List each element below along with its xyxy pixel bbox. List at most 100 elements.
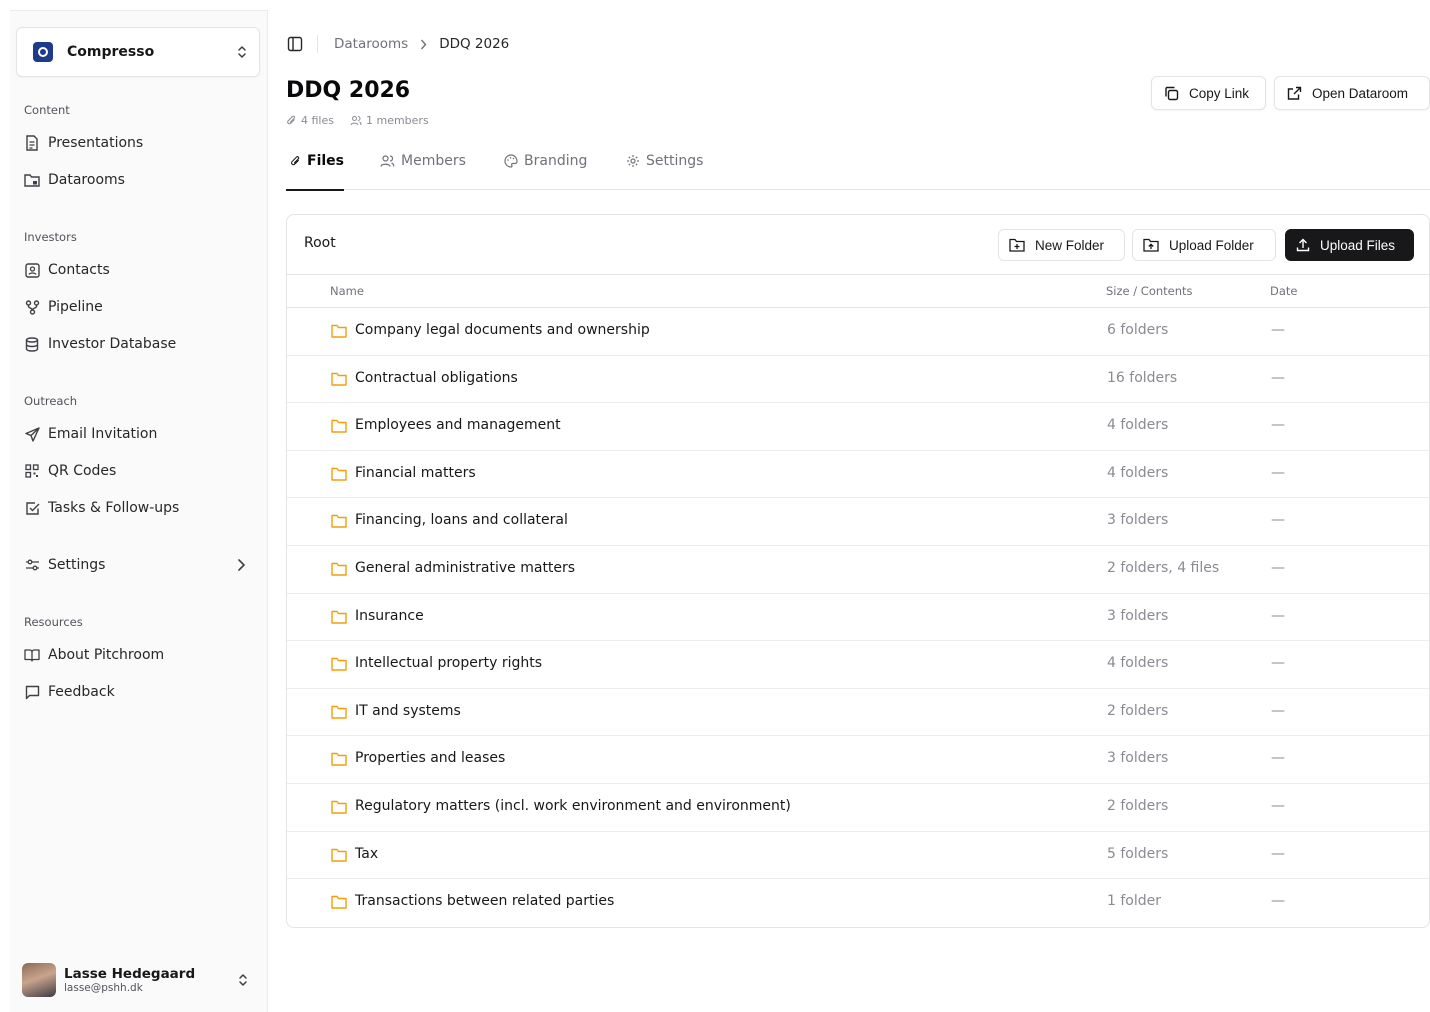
new-folder-label: New Folder <box>1035 237 1105 253</box>
chevron-up-down-icon <box>237 45 247 59</box>
avatar <box>22 963 56 997</box>
sidebar-item-datarooms[interactable]: Datarooms <box>16 164 260 196</box>
user-email: lasse@pshh.dk <box>64 982 143 994</box>
workspace-name: Compresso <box>67 44 155 60</box>
files-count: 4 files <box>301 114 334 127</box>
table-row[interactable]: Tax 5 folders — <box>287 832 1429 880</box>
paperclip-icon <box>287 115 296 125</box>
tab-label: Settings <box>646 153 704 169</box>
copy-link-button[interactable]: Copy Link <box>1151 76 1266 110</box>
sidebar-item-settings[interactable]: Settings <box>16 549 260 581</box>
table-row[interactable]: Financial matters 4 folders — <box>287 451 1429 499</box>
folder-name: Tax <box>355 845 379 862</box>
folder-contents: 2 folders <box>1107 797 1169 814</box>
folder-contents: 2 folders, 4 files <box>1107 559 1220 576</box>
folder-icon <box>331 848 347 864</box>
upload-files-button[interactable]: Upload Files <box>1285 229 1414 261</box>
folder-contents: 6 folders <box>1107 322 1169 338</box>
dataroom-meta: 4 files 1 members <box>286 114 445 127</box>
folder-date: — <box>1271 607 1285 624</box>
upload-files-label: Upload Files <box>1320 237 1396 253</box>
column-header-name[interactable]: Name <box>330 284 364 298</box>
upload-folder-button[interactable]: Upload Folder <box>1132 229 1276 261</box>
table-row[interactable]: General administrative matters 2 folders,… <box>287 546 1429 594</box>
table-row[interactable]: Properties and leases 3 folders — <box>287 736 1429 784</box>
table-row[interactable]: Employees and management 4 folders — <box>287 403 1429 451</box>
sidebar: Compresso Content Presentations Dataroom… <box>10 10 268 1012</box>
table-row[interactable]: Company legal documents and ownership 6 f… <box>287 308 1429 356</box>
table-row[interactable]: Transactions between related parties 1 fo… <box>287 879 1429 927</box>
open-dataroom-button[interactable]: Open Dataroom <box>1274 76 1430 110</box>
tab-settings[interactable]: Settings <box>626 144 703 190</box>
folder-icon <box>331 372 347 388</box>
git-fork-icon <box>24 299 40 315</box>
sidebar-item-label: Feedback <box>48 684 115 700</box>
gear-icon <box>627 155 639 167</box>
sliders-icon <box>24 557 40 573</box>
folder-name: Intellectual property rights <box>355 655 543 672</box>
qr-code-icon <box>24 463 40 479</box>
chevron-right-icon <box>420 39 427 50</box>
tab-members[interactable]: Members <box>380 144 466 190</box>
folder-contents: 2 folders <box>1107 702 1169 719</box>
user-name: Lasse Hedegaard <box>64 966 196 982</box>
folder-contents: 1 folder <box>1107 893 1161 910</box>
folder-name: Transactions between related parties <box>355 893 615 910</box>
sidebar-item-label: Datarooms <box>48 172 125 188</box>
folder-contents: 4 folders <box>1107 655 1169 672</box>
table-row[interactable]: IT and systems 2 folders — <box>287 689 1429 737</box>
table-row[interactable]: Insurance 3 folders — <box>287 594 1429 642</box>
tab-branding[interactable]: Branding <box>504 144 587 190</box>
sidebar-item-email-invitation[interactable]: Email Invitation <box>16 418 260 450</box>
table-body: Company legal documents and ownership 6 f… <box>287 308 1429 927</box>
folder-date: — <box>1271 464 1285 481</box>
new-folder-button[interactable]: New Folder <box>998 229 1125 261</box>
table-row[interactable]: Financing, loans and collateral 3 folders… <box>287 498 1429 546</box>
folder-name: Company legal documents and ownership <box>355 322 650 338</box>
upload-folder-label: Upload Folder <box>1169 237 1254 253</box>
folder-date: — <box>1271 845 1285 862</box>
section-label-outreach: Outreach <box>24 394 78 408</box>
divider <box>317 35 318 53</box>
folder-icon <box>331 324 347 340</box>
breadcrumb-datarooms-link[interactable]: Datarooms <box>334 36 408 52</box>
page-title: DDQ 2026 <box>286 78 411 103</box>
sidebar-item-label: Presentations <box>48 135 144 151</box>
sidebar-item-presentations[interactable]: Presentations <box>16 127 260 159</box>
sidebar-item-about[interactable]: About Pitchroom <box>16 639 260 671</box>
table-row[interactable]: Contractual obligations 16 folders — <box>287 356 1429 404</box>
sidebar-item-investor-database[interactable]: Investor Database <box>16 328 260 360</box>
sidebar-item-pipeline[interactable]: Pipeline <box>16 291 260 323</box>
folder-icon <box>331 467 347 483</box>
folder-date: — <box>1271 512 1285 529</box>
sidebar-item-feedback[interactable]: Feedback <box>16 676 260 708</box>
user-menu[interactable]: Lasse Hedegaard lasse@pshh.dk <box>16 954 260 1006</box>
folder-name: Employees and management <box>355 417 561 434</box>
table-row[interactable]: Regulatory matters (incl. work environme… <box>287 784 1429 832</box>
workspace-switcher[interactable]: Compresso <box>16 27 260 77</box>
folder-date: — <box>1271 417 1285 434</box>
sidebar-item-label: Settings <box>48 557 106 573</box>
column-header-size[interactable]: Size / Contents <box>1106 284 1193 298</box>
open-dataroom-label: Open Dataroom <box>1312 85 1409 101</box>
tab-label: Branding <box>524 153 588 169</box>
folder-name: General administrative matters <box>355 559 576 576</box>
sidebar-item-tasks[interactable]: Tasks & Follow-ups <box>16 492 260 524</box>
users-icon <box>350 116 362 126</box>
sidebar-item-qr-codes[interactable]: QR Codes <box>16 455 260 487</box>
tab-files[interactable]: Files <box>286 144 344 191</box>
breadcrumb-current: DDQ 2026 <box>439 36 510 52</box>
section-label-investors: Investors <box>24 230 77 244</box>
sidebar-item-contacts[interactable]: Contacts <box>16 254 260 286</box>
table-row[interactable]: Intellectual property rights 4 folders — <box>287 641 1429 689</box>
folder-contents: 4 folders <box>1107 464 1169 481</box>
folder-contents: 3 folders <box>1107 750 1169 767</box>
column-header-date[interactable]: Date <box>1270 284 1298 298</box>
folder-lock-icon <box>24 172 40 188</box>
folder-date: — <box>1271 702 1285 719</box>
sidebar-toggle-icon[interactable] <box>286 35 304 53</box>
folder-name: Properties and leases <box>355 750 506 767</box>
folder-date: — <box>1271 369 1285 386</box>
tab-label: Files <box>307 153 344 169</box>
folder-icon <box>331 514 347 530</box>
